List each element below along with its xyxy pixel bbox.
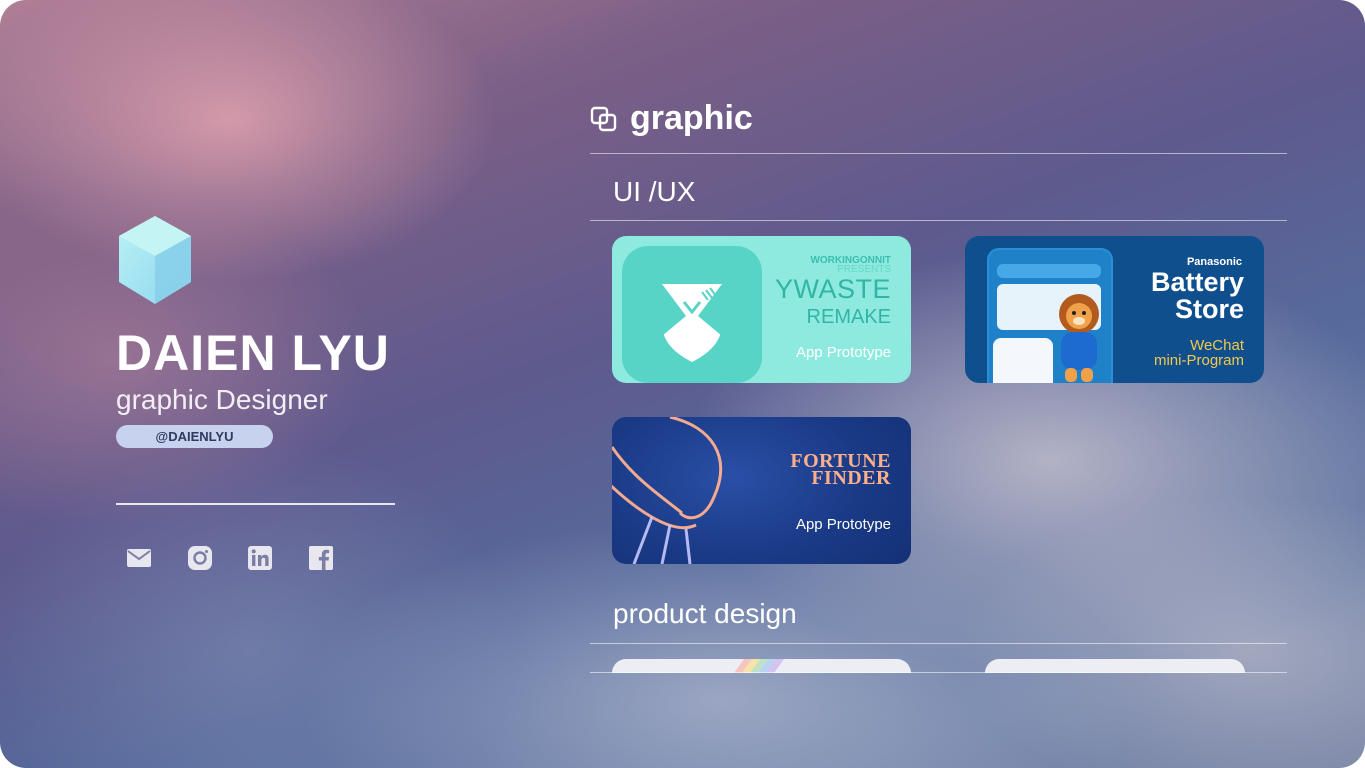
rainbow-graphic — [734, 659, 784, 673]
battery-title: Battery Store — [1150, 267, 1244, 324]
fortune-title: FORTUNE FINDER — [790, 450, 891, 489]
ywaste-type: App Prototype — [795, 344, 891, 361]
ywaste-presents: WORKINGONNIT PRESENTS — [810, 255, 891, 275]
profile-name: DAIEN LYU — [116, 325, 390, 381]
neon-illustration — [612, 417, 723, 564]
product-card-2[interactable] — [985, 659, 1245, 673]
cube-logo-icon — [119, 216, 191, 304]
facebook-icon[interactable] — [307, 544, 335, 572]
project-card-ywaste[interactable]: WORKINGONNIT PRESENTS YWASTE REMAKE App … — [612, 236, 911, 383]
mail-icon[interactable] — [125, 544, 153, 572]
profile-divider — [116, 503, 395, 505]
fortune-type: App Prototype — [795, 516, 891, 533]
portfolio-window: DAIEN LYU graphic Designer @DAIENLYU gra… — [0, 0, 1365, 768]
scroll-bottom-divider — [590, 672, 1287, 673]
ywaste-title: YWASTE — [774, 274, 891, 304]
project-card-battery-store[interactable]: Panasonic Battery Store WeChat mini-Prog… — [965, 236, 1264, 383]
battery-type: WeChat mini-Program — [1153, 337, 1244, 369]
category-product-heading: product design — [613, 598, 797, 629]
product-card-1[interactable] — [612, 659, 911, 673]
linkedin-icon[interactable] — [246, 544, 274, 572]
uiux-divider — [590, 220, 1287, 221]
section-title: graphic — [630, 98, 753, 137]
section-divider — [590, 153, 1287, 154]
project-card-fortune-finder[interactable]: FORTUNE FINDER App Prototype — [612, 417, 911, 564]
lion-mascot-icon — [1059, 294, 1099, 382]
profile-role: graphic Designer — [116, 384, 328, 415]
ywaste-app-icon — [622, 246, 762, 383]
layers-icon — [590, 106, 617, 132]
ywaste-subtitle: REMAKE — [806, 306, 891, 328]
instagram-icon[interactable] — [186, 544, 214, 572]
profile-handle-badge[interactable]: @DAIENLYU — [116, 425, 273, 448]
category-uiux-heading: UI /UX — [613, 176, 696, 207]
product-divider — [590, 643, 1287, 644]
section-header: graphic — [590, 96, 753, 140]
